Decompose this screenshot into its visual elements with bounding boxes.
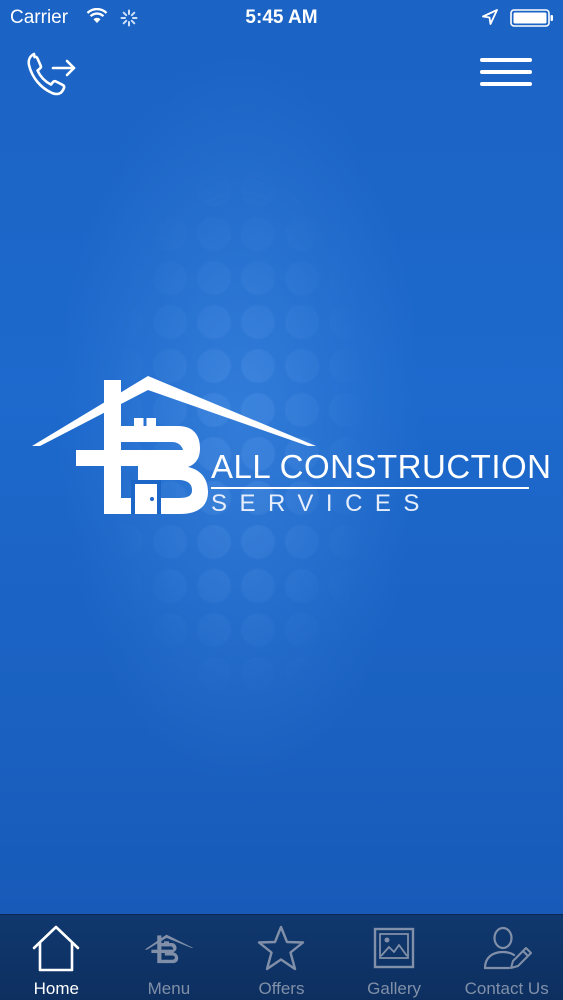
tab-menu-label: Menu	[147, 979, 191, 998]
tab-home-label: Home	[33, 979, 79, 998]
tab-menu[interactable]: Menu	[113, 915, 226, 1000]
tab-contact-us-label: Contact Us	[464, 979, 549, 998]
tab-bar: Home Menu Offers Gallery Contact Us	[0, 914, 563, 1000]
tab-offers[interactable]: Offers	[225, 915, 338, 1000]
contact-icon	[481, 922, 533, 974]
gallery-icon	[368, 922, 420, 974]
tab-gallery-label: Gallery	[367, 979, 421, 998]
menu-logo-icon	[143, 922, 195, 974]
home-screen: Carrier 5:45 AM ALL CONSTRUCTION SERVICE…	[0, 0, 563, 1000]
location-icon	[482, 9, 498, 31]
star-icon	[255, 922, 307, 974]
call-forward-icon[interactable]	[26, 48, 80, 98]
hamburger-menu-icon[interactable]	[478, 56, 534, 88]
status-time: 5:45 AM	[245, 7, 318, 28]
tab-home[interactable]: Home	[0, 915, 113, 1000]
brand-divider	[211, 487, 529, 489]
brand-subtitle: SERVICES	[211, 490, 432, 517]
home-icon	[30, 922, 82, 974]
tab-contact-us[interactable]: Contact Us	[450, 915, 563, 1000]
tab-offers-label: Offers	[258, 979, 305, 998]
status-bar: Carrier 5:45 AM	[0, 0, 563, 36]
tab-gallery[interactable]: Gallery	[338, 915, 451, 1000]
brand-name: ALL CONSTRUCTION	[211, 448, 552, 485]
battery-icon	[510, 9, 554, 33]
